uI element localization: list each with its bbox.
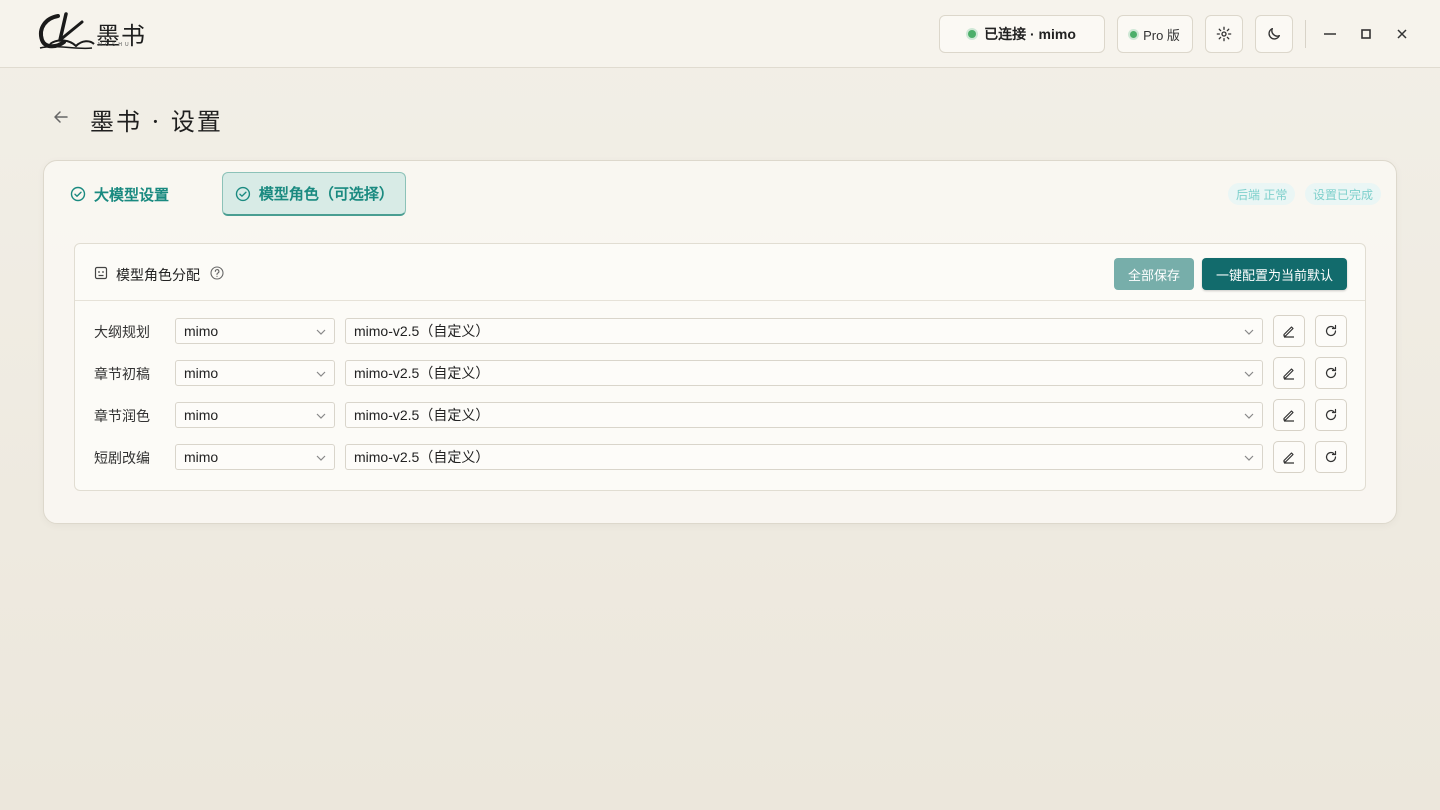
- setup-status-badge: 设置已完成: [1305, 183, 1382, 205]
- model-value: mimo-v2.5（自定义）: [354, 449, 490, 465]
- arrow-left-icon: [54, 111, 68, 123]
- provider-select[interactable]: mimo: [175, 318, 335, 344]
- settings-card: 大模型设置 模型角色（可选择） 后端 正常 设置已完成 模型角色分配 全部保存 …: [43, 160, 1397, 524]
- chevron-down-icon: [1244, 455, 1254, 461]
- model-value: mimo-v2.5（自定义）: [354, 365, 490, 381]
- page-title: 墨书 · 设置: [90, 108, 223, 136]
- backend-status-badge: 后端 正常: [1228, 183, 1296, 205]
- tab-label: 大模型设置: [94, 186, 170, 204]
- role-row: 章节润色 mimo mimo-v2.5（自定义）: [75, 399, 1365, 431]
- chevron-down-icon: [316, 455, 326, 461]
- chevron-down-icon: [1244, 329, 1254, 335]
- role-label: 章节润色: [94, 409, 150, 425]
- role-label: 大纲规划: [94, 325, 150, 341]
- plan-dot-icon: [1130, 30, 1138, 38]
- reset-button[interactable]: [1315, 441, 1347, 473]
- provider-value: mimo: [184, 323, 219, 339]
- gear-icon: [1216, 26, 1232, 42]
- model-select[interactable]: mimo-v2.5（自定义）: [345, 402, 1263, 428]
- chevron-down-icon: [316, 413, 326, 419]
- provider-select[interactable]: mimo: [175, 360, 335, 386]
- edit-button[interactable]: [1273, 441, 1305, 473]
- set-default-button[interactable]: 一键配置为当前默认: [1202, 258, 1347, 290]
- status-dot-icon: [968, 30, 977, 38]
- brush-logo-icon: [39, 12, 95, 50]
- reset-button[interactable]: [1315, 357, 1347, 389]
- close-icon: [1397, 29, 1407, 39]
- pencil-icon: [1283, 326, 1294, 338]
- role-row: 短剧改编 mimo mimo-v2.5（自定义）: [75, 441, 1365, 473]
- minimize-icon: [1324, 33, 1336, 35]
- provider-select[interactable]: mimo: [175, 402, 335, 428]
- maximize-icon: [1361, 29, 1371, 39]
- model-select[interactable]: mimo-v2.5（自定义）: [345, 444, 1263, 470]
- tab-label: 模型角色（可选择）: [258, 186, 394, 203]
- edit-button[interactable]: [1273, 315, 1305, 347]
- role-row: 大纲规划 mimo mimo-v2.5（自定义）: [75, 315, 1365, 347]
- pencil-icon: [1283, 368, 1294, 380]
- moon-icon: [1268, 28, 1280, 40]
- pencil-icon: [1283, 452, 1294, 464]
- back-button[interactable]: [50, 106, 72, 128]
- provider-value: mimo: [184, 449, 219, 465]
- panel-title: 模型角色分配: [116, 267, 200, 283]
- reset-button[interactable]: [1315, 399, 1347, 431]
- role-assignment-panel: 模型角色分配 全部保存 一键配置为当前默认 大纲规划 mimo mimo-v2.…: [74, 243, 1366, 491]
- refresh-icon: [1325, 450, 1337, 463]
- save-all-button[interactable]: 全部保存: [1114, 258, 1194, 290]
- minimize-button[interactable]: [1318, 22, 1342, 46]
- logo-subtitle: MOSHU: [98, 42, 132, 48]
- refresh-icon: [1325, 324, 1337, 337]
- plan-label: Pro 版: [1143, 27, 1180, 43]
- close-button[interactable]: [1390, 22, 1414, 46]
- chevron-down-icon: [316, 329, 326, 335]
- role-label: 短剧改编: [94, 451, 150, 467]
- chevron-down-icon: [316, 371, 326, 377]
- role-label: 章节初稿: [94, 367, 150, 383]
- check-circle-icon: [70, 186, 86, 202]
- tab-llm-settings[interactable]: 大模型设置: [58, 172, 181, 216]
- help-icon[interactable]: [210, 266, 224, 280]
- edit-button[interactable]: [1273, 357, 1305, 389]
- model-value: mimo-v2.5（自定义）: [354, 407, 490, 423]
- refresh-icon: [1325, 366, 1337, 379]
- provider-value: mimo: [184, 407, 219, 423]
- settings-button[interactable]: [1205, 15, 1243, 53]
- provider-select[interactable]: mimo: [175, 444, 335, 470]
- chevron-down-icon: [1244, 413, 1254, 419]
- pencil-icon: [1283, 410, 1294, 422]
- role-row: 章节初稿 mimo mimo-v2.5（自定义）: [75, 357, 1365, 389]
- edit-button[interactable]: [1273, 399, 1305, 431]
- theme-toggle-button[interactable]: [1255, 15, 1293, 53]
- reset-button[interactable]: [1315, 315, 1347, 347]
- tab-model-roles[interactable]: 模型角色（可选择）: [222, 172, 406, 216]
- provider-value: mimo: [184, 365, 219, 381]
- model-select[interactable]: mimo-v2.5（自定义）: [345, 318, 1263, 344]
- panel-header: 模型角色分配 全部保存 一键配置为当前默认: [75, 244, 1365, 301]
- check-circle-icon: [235, 186, 251, 201]
- connection-status[interactable]: 已连接 · mimo: [939, 15, 1105, 53]
- refresh-icon: [1325, 408, 1337, 421]
- model-select[interactable]: mimo-v2.5（自定义）: [345, 360, 1263, 386]
- plan-badge[interactable]: Pro 版: [1117, 15, 1193, 53]
- chevron-down-icon: [1244, 371, 1254, 377]
- divider: [1305, 20, 1306, 48]
- model-value: mimo-v2.5（自定义）: [354, 323, 490, 339]
- maximize-button[interactable]: [1354, 22, 1378, 46]
- top-bar: 墨书 MOSHU 已连接 · mimo Pro 版: [0, 0, 1440, 68]
- connection-label: 已连接 · mimo: [984, 26, 1076, 42]
- robot-icon: [94, 266, 108, 280]
